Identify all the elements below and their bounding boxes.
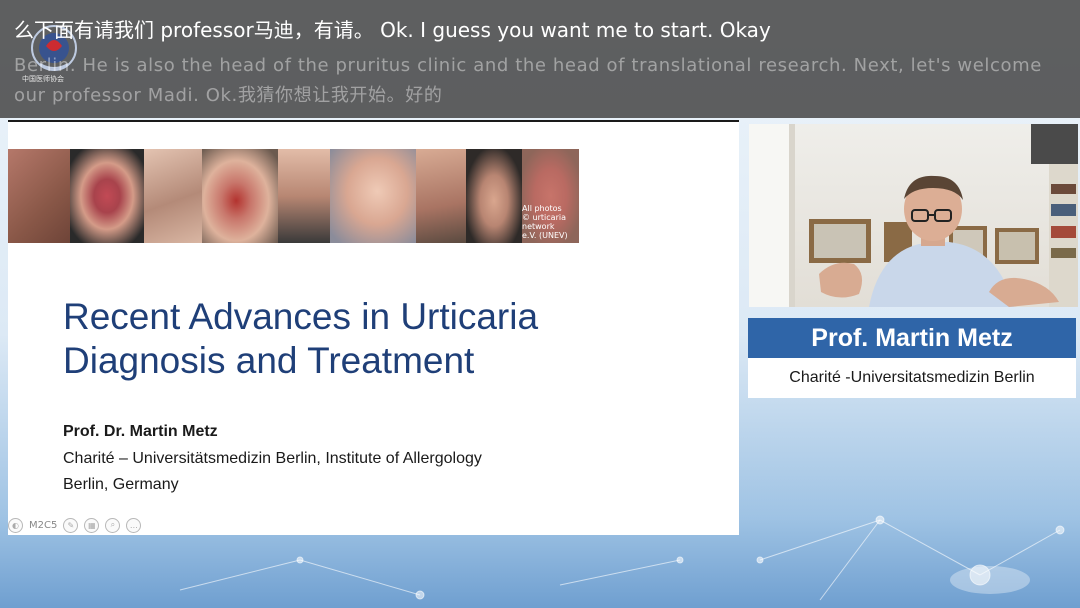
photo-arm-swelling [144,149,202,243]
speaker-name-banner: Prof. Martin Metz [748,318,1076,358]
photo-swollen-lips [70,149,144,243]
slide-title-line2: Diagnosis and Treatment [63,340,475,381]
speaker-video-frame [749,124,1078,307]
pointer-icon[interactable]: ◐ [8,517,23,533]
slides-overview-icon[interactable]: ▦ [84,517,100,533]
photo-arm-hives [416,149,466,243]
photo-open-mouth-angioedema [202,149,278,243]
urticaria-photo-strip: All photos © urticaria network e.V. (UNE… [8,149,599,243]
photo-face-swelling [330,149,416,243]
slide-toolbar: ◐ M2C5 ✎ ▦ ⌕ … [8,517,142,533]
subtitle-overlay: 中国医师协会 么下面有请我们 professor马迪，有请。 Ok. I gue… [0,0,1080,118]
slide-location: Berlin, Germany [63,476,179,493]
photo-hand-swelling [278,149,330,243]
speaker-affiliation-banner: Charité -Universitatsmedizin Berlin [748,358,1076,398]
photo-back-rash: All photos © urticaria network e.V. (UNE… [522,149,579,243]
slide-title-line1: Recent Advances in Urticaria [63,296,539,337]
more-options-icon[interactable]: … [126,517,142,533]
photo-face-portrait [466,149,522,243]
pen-icon[interactable]: ✎ [63,517,79,533]
photo-skin-wheals [8,149,70,243]
slide-toolbar-label: M2C5 [29,519,58,531]
subtitle-line-current: 么下面有请我们 professor马迪，有请。 Ok. I guess you … [14,18,771,42]
speaker-video [749,124,1078,307]
presentation-slide: All photos © urticaria network e.V. (UNE… [8,120,739,535]
slide-title: Recent Advances in Urticaria Diagnosis a… [63,295,538,383]
slide-divider [8,120,739,122]
slide-author: Prof. Dr. Martin Metz [63,423,218,440]
zoom-icon[interactable]: ⌕ [105,517,121,533]
subtitle-line-previous: Berlin. He is also the head of the pruri… [14,55,1042,106]
slide-affiliation: Charité – Universitätsmedizin Berlin, In… [63,450,482,467]
photo-credit: All photos © urticaria network e.V. (UNE… [522,204,568,240]
